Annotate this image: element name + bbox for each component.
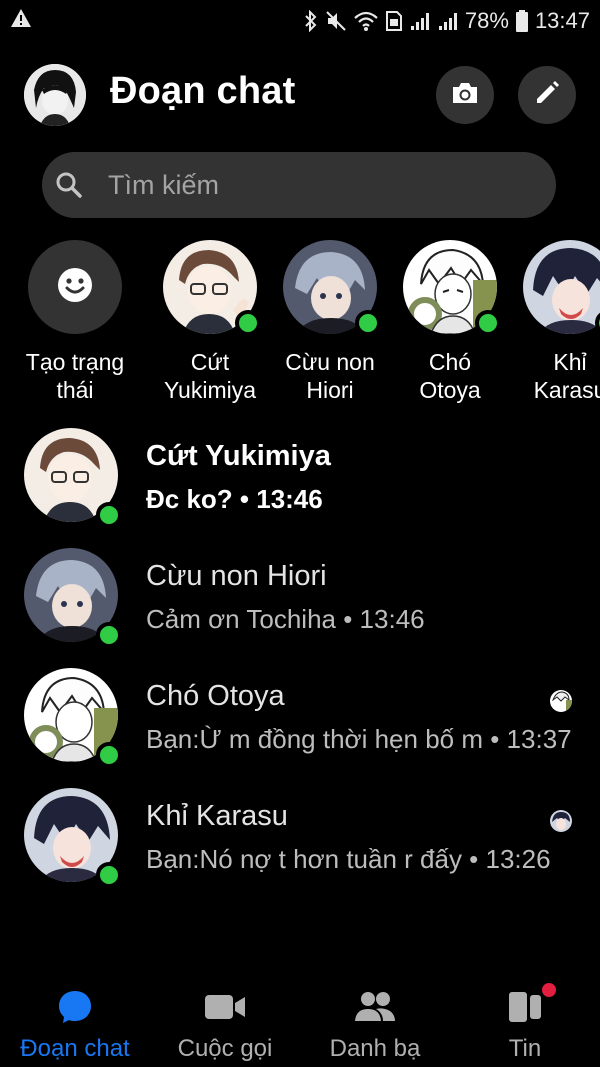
online-indicator [96, 742, 122, 768]
bluetooth-icon [303, 10, 319, 32]
story-label: Tạo trạng thái [25, 349, 125, 403]
story-item[interactable]: Cừu non Hiori [265, 240, 395, 404]
video-camera-icon [204, 992, 246, 1027]
search-icon [54, 170, 84, 200]
online-indicator [235, 310, 261, 336]
wifi-icon [353, 10, 379, 32]
story-label: Cừu non Hiori [285, 349, 375, 403]
compose-button[interactable] [518, 66, 576, 124]
online-indicator [96, 502, 122, 528]
chat-bubble-icon [57, 989, 93, 1030]
tab-calls[interactable]: Cuộc gọi [150, 975, 300, 1067]
chat-row[interactable]: Cứt Yukimiya Đc ko? • 13:46 [0, 420, 600, 540]
stories-icon [508, 982, 556, 1028]
search-input[interactable] [108, 169, 508, 201]
chat-preview: Bạn:Nó nợ t hơn tuần r đấy • 13:26 [146, 844, 551, 874]
seen-avatar [550, 810, 572, 832]
avatar[interactable] [24, 64, 86, 126]
chat-name: Chó Otoya [146, 680, 285, 712]
chat-row[interactable]: Cừu non Hiori Cảm ơn Tochiha • 13:46 [0, 540, 600, 660]
chat-preview: Đc ko? • 13:46 [146, 484, 323, 514]
camera-icon [450, 80, 480, 111]
battery-percent: 78% [464, 8, 509, 33]
tab-stories[interactable]: Tin [450, 975, 600, 1067]
story-label: Khỉ Karasu [533, 349, 600, 403]
create-story-button[interactable]: Tạo trạng thái [10, 240, 140, 404]
story-label: Chó Otoya [419, 349, 481, 403]
story-item[interactable]: Khỉ Karasu [505, 240, 600, 404]
chat-list: Cứt Yukimiya Đc ko? • 13:46 Cừu non Hior… [0, 420, 600, 900]
chat-preview: Cảm ơn Tochiha • 13:46 [146, 604, 425, 634]
notification-dot [542, 982, 556, 997]
chat-name: Cứt Yukimiya [146, 440, 331, 472]
mute-icon [325, 10, 347, 32]
chat-preview: Bạn:Ừ m đồng thời hẹn bố m • 13:37 [146, 724, 572, 754]
smiley-icon [57, 267, 93, 308]
avatar [523, 240, 600, 334]
tab-contacts[interactable]: Danh bạ [300, 975, 450, 1067]
status-bar: 78% 13:47 [0, 0, 600, 42]
header: Đoạn chat [0, 58, 600, 130]
seen-avatar [550, 690, 572, 712]
story-item[interactable]: Chó Otoya [385, 240, 515, 404]
sim-icon [385, 10, 403, 32]
story-label: Cứt Yukimiya [163, 349, 257, 403]
search-bar[interactable] [42, 152, 556, 218]
nav-label: Cuộc gọi [177, 1035, 273, 1062]
page-title: Đoạn chat [110, 70, 296, 112]
online-indicator [475, 310, 501, 336]
pencil-icon [533, 79, 561, 112]
stories-row: Tạo trạng thái Cứt Yukimiya Cừu non Hior… [0, 240, 600, 410]
nav-label: Danh bạ [329, 1035, 421, 1062]
signal-icon [437, 10, 459, 32]
online-indicator [96, 622, 122, 648]
people-icon [354, 991, 396, 1028]
chat-row[interactable]: Khỉ Karasu Bạn:Nó nợ t hơn tuần r đấy • … [0, 780, 600, 900]
alert-icon [10, 8, 32, 34]
bottom-nav: Đoạn chat Cuộc gọi Danh bạ Tin [0, 975, 600, 1067]
chat-name: Cừu non Hiori [146, 560, 327, 592]
chat-name: Khỉ Karasu [146, 800, 288, 832]
story-item[interactable]: Cứt Yukimiya [145, 240, 275, 404]
battery-icon [515, 9, 529, 33]
online-indicator [96, 862, 122, 888]
camera-button[interactable] [436, 66, 494, 124]
chat-row[interactable]: Chó Otoya Bạn:Ừ m đồng thời hẹn bố m • 1… [0, 660, 600, 780]
online-indicator [355, 310, 381, 336]
nav-label: Tin [508, 1035, 542, 1062]
clock: 13:47 [534, 8, 590, 33]
tab-chats[interactable]: Đoạn chat [0, 975, 150, 1067]
signal-icon [409, 10, 431, 32]
nav-label: Đoạn chat [20, 1035, 130, 1062]
